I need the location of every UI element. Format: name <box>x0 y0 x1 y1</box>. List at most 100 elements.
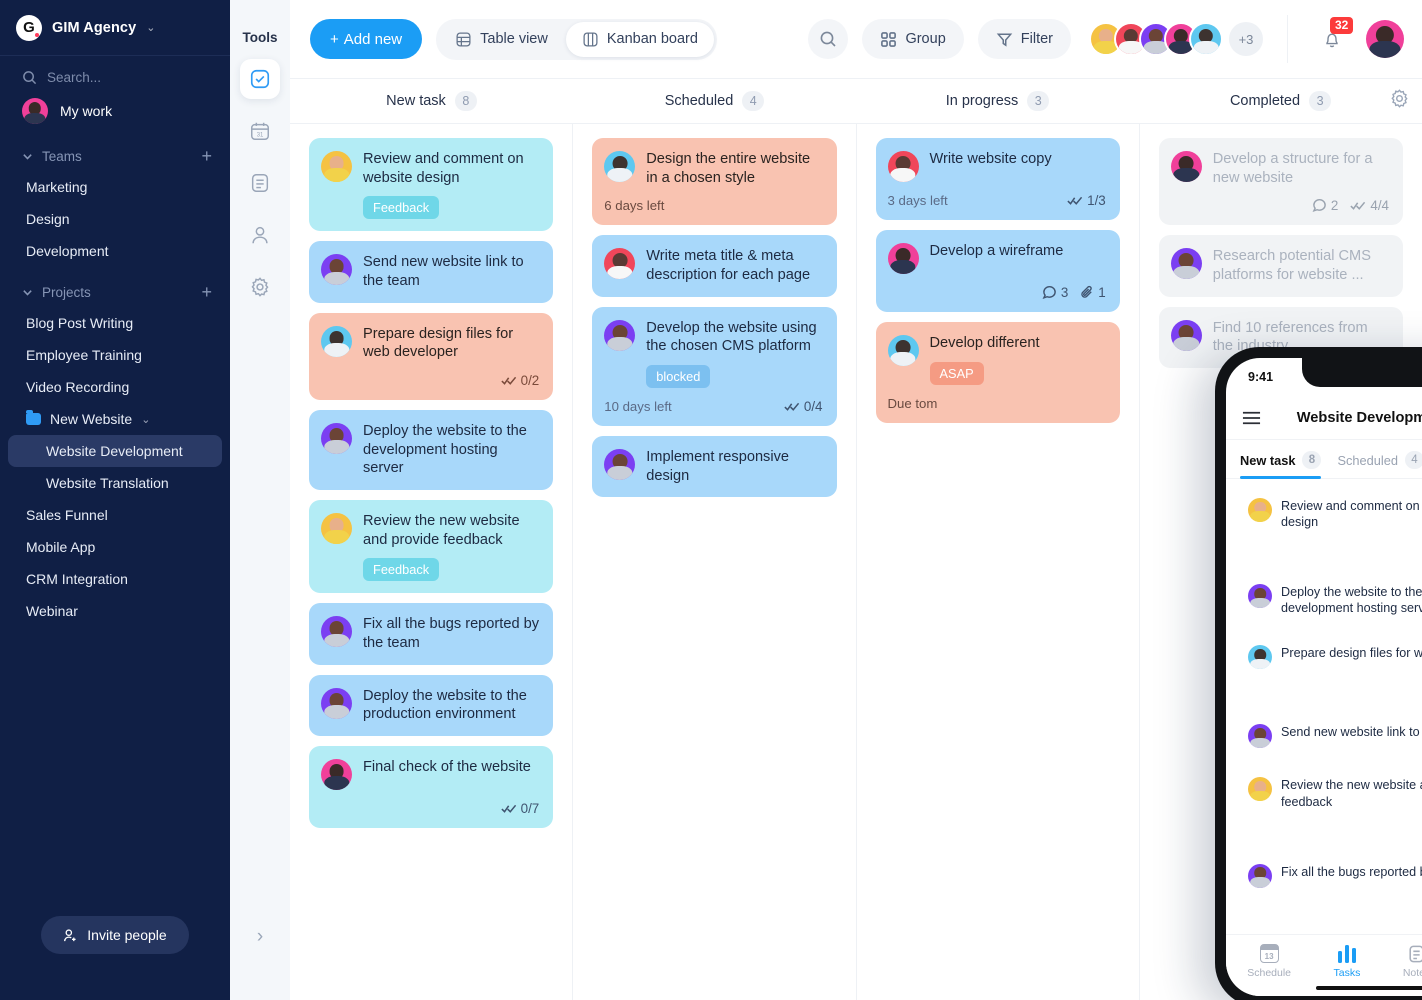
column-header-completed[interactable]: Completed 3 <box>1139 91 1422 111</box>
workspace-switcher[interactable]: G GIM Agency ⌄ <box>0 0 230 56</box>
task-card[interactable]: Deploy the website to the development ho… <box>1237 574 1422 626</box>
task-tag: ASAP <box>929 361 984 385</box>
avatar <box>604 248 636 280</box>
expand-sidebar-button[interactable]: › <box>230 926 290 948</box>
add-project-button[interactable]: + <box>201 283 212 301</box>
nav-label: Website Development <box>46 443 183 459</box>
task-card-footer: 0/2 <box>321 373 539 388</box>
task-card[interactable]: Design the entire website in a chosen st… <box>592 138 837 226</box>
column-count: 3 <box>1027 91 1050 111</box>
task-card[interactable]: Develop different ASAP Due tom <box>875 322 1120 423</box>
task-tag: Feedback <box>1290 540 1339 553</box>
board-settings-button[interactable] <box>1389 88 1410 114</box>
attachment-icon <box>1081 285 1093 298</box>
sidebar-item-blog-post-writing[interactable]: Blog Post Writing <box>8 307 222 339</box>
avatar <box>321 254 352 286</box>
sidebar-item-crm-integration[interactable]: CRM Integration <box>8 563 222 595</box>
phone-header: Website Development <box>1226 396 1422 440</box>
tab-label: New task <box>1240 452 1296 468</box>
filter-button[interactable]: Filter <box>977 19 1071 59</box>
add-team-button[interactable]: + <box>201 147 212 165</box>
sidebar-item-sales-funnel[interactable]: Sales Funnel <box>8 499 222 531</box>
search-input[interactable]: Search... <box>0 56 230 91</box>
task-card[interactable]: Send new website link to the team <box>1237 714 1422 758</box>
notes-icon[interactable] <box>240 163 280 203</box>
task-card[interactable]: Write meta title & meta description for … <box>592 235 837 297</box>
tab-table-view[interactable]: Table view <box>439 22 564 57</box>
group-button[interactable]: Group <box>862 19 964 59</box>
task-card[interactable]: Review the new website and provide feedb… <box>309 500 554 594</box>
avatar <box>1248 863 1272 888</box>
task-metrics: 0/2 <box>500 373 539 388</box>
task-card[interactable]: Deploy the website to the development ho… <box>309 410 554 491</box>
sidebar-item-mobile-app[interactable]: Mobile App <box>8 531 222 563</box>
task-card[interactable]: Develop the website using the chosen CMS… <box>592 306 837 427</box>
sidebar-item-marketing[interactable]: Marketing <box>8 171 222 203</box>
task-card[interactable]: Write website copy 3 days left 1/3 <box>875 138 1120 220</box>
task-card[interactable]: Send new website link to the team <box>309 241 554 303</box>
phone-nav-notes[interactable]: Notes <box>1403 945 1422 979</box>
sidebar-item-webinar[interactable]: Webinar <box>8 595 222 627</box>
phone-tab-new-task[interactable]: New task 8 <box>1240 451 1322 479</box>
nav-label: Marketing <box>26 179 88 195</box>
avatar <box>321 513 352 545</box>
avatar <box>1170 151 1202 182</box>
task-tag: Feedback <box>363 558 440 582</box>
task-card[interactable]: Research potential CMS platforms for web… <box>1158 235 1403 297</box>
search-button[interactable] <box>808 19 849 59</box>
avatar-overflow-count[interactable]: +3 <box>1229 22 1263 56</box>
task-card[interactable]: Develop a structure for a new website 2 4/… <box>1158 138 1403 226</box>
task-title: Design the entire website in a chosen st… <box>646 151 811 186</box>
add-new-button[interactable]: + Add new <box>310 19 423 59</box>
column-header-scheduled[interactable]: Scheduled 4 <box>573 91 856 111</box>
task-card[interactable]: Fix all the bugs reported by the team <box>1237 854 1422 898</box>
sidebar-item-my-work[interactable]: My work <box>0 91 230 131</box>
sidebar-item-website-development[interactable]: Website Development <box>8 435 222 467</box>
task-card[interactable]: Fix all the bugs reported by the team <box>309 603 554 665</box>
hamburger-icon[interactable] <box>1242 411 1261 425</box>
sidebar-item-employee-training[interactable]: Employee Training <box>8 339 222 371</box>
people-icon[interactable] <box>240 215 280 255</box>
column-header-in-progress[interactable]: In progress 3 <box>856 91 1139 111</box>
settings-icon[interactable] <box>240 267 280 307</box>
task-card[interactable]: Prepare design files for web developer 0/… <box>309 312 554 401</box>
task-card[interactable]: Review and comment on website design Feed… <box>1237 488 1422 565</box>
notifications-button[interactable]: 32 <box>1312 17 1354 59</box>
invite-people-button[interactable]: Invite people <box>41 916 189 954</box>
task-card[interactable]: Review and comment on website design Feed… <box>309 138 554 232</box>
tab-label: Table view <box>480 31 548 47</box>
nav-label: Schedule <box>1247 967 1292 979</box>
projects-section-header[interactable]: Projects + <box>0 267 230 307</box>
tab-kanban-board[interactable]: Kanban board <box>565 21 714 57</box>
user-avatar[interactable] <box>1366 20 1404 58</box>
task-card[interactable]: Review the new website and provide feedb… <box>1237 767 1422 844</box>
sidebar-folder-new-website[interactable]: New Website ⌄ <box>8 403 222 435</box>
task-card[interactable]: Deploy the website to the production env… <box>309 674 554 737</box>
teams-section-header[interactable]: Teams + <box>0 131 230 171</box>
tab-label: Kanban board <box>606 31 698 47</box>
sidebar-item-website-translation[interactable]: Website Translation <box>8 467 222 499</box>
task-card-head: Develop a wireframe <box>887 242 1106 274</box>
avatar[interactable] <box>1189 22 1223 56</box>
task-card[interactable]: Final check of the website 0/7 <box>309 746 554 829</box>
task-title: Send new website link to the team <box>363 254 524 290</box>
task-card-head: Final check of the website <box>321 758 539 791</box>
task-title: Prepare design files for web developer <box>363 325 514 361</box>
phone-tab-scheduled[interactable]: Scheduled 4 <box>1337 451 1422 478</box>
calendar-icon[interactable]: 31 <box>240 111 280 151</box>
member-avatars[interactable]: +3 <box>1089 22 1263 56</box>
tab-count: 8 <box>1302 451 1322 469</box>
task-title: Fix all the bugs reported by the team <box>363 616 540 652</box>
tasks-icon[interactable] <box>240 59 280 99</box>
phone-nav-tasks[interactable]: Tasks <box>1334 944 1360 979</box>
task-card[interactable]: Implement responsive design <box>592 436 837 498</box>
sidebar-item-design[interactable]: Design <box>8 203 222 235</box>
phone-nav-schedule[interactable]: 13 Schedule <box>1247 944 1291 979</box>
sidebar-item-development[interactable]: Development <box>8 235 222 267</box>
task-card[interactable]: Prepare design files for web developer 0/… <box>1237 635 1422 705</box>
sidebar-item-video-recording[interactable]: Video Recording <box>8 371 222 403</box>
column-header-new-task[interactable]: New task 8 <box>290 91 573 111</box>
task-card-head: Develop a structure for a new website <box>1170 150 1389 187</box>
task-title: Deploy the website to the production env… <box>363 687 527 723</box>
task-card[interactable]: Develop a wireframe 3 1 <box>875 230 1120 312</box>
